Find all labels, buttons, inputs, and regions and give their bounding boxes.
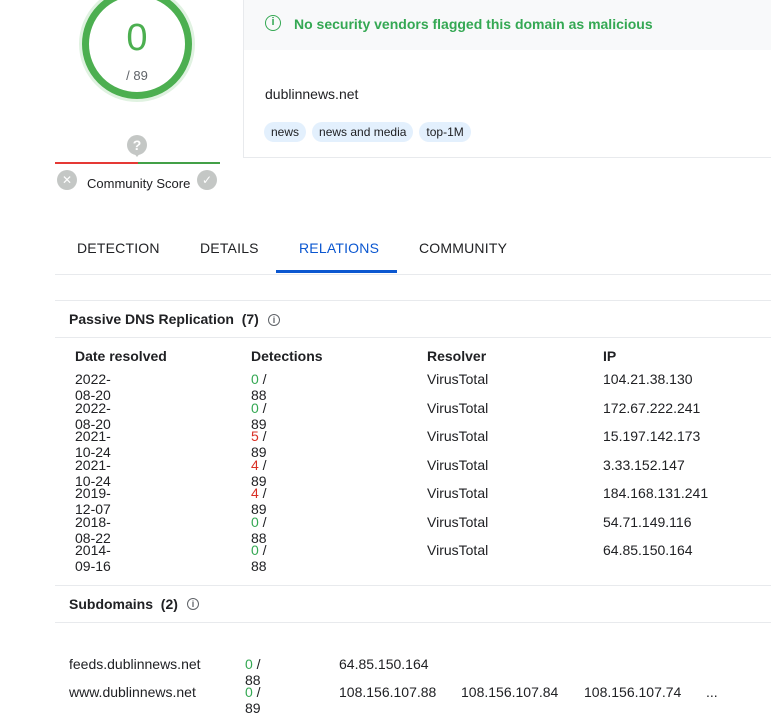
domain-name: dublinnews.net (265, 86, 359, 102)
resolver: VirusTotal (427, 485, 489, 501)
ip-link[interactable]: 108.156.107.88 (339, 684, 436, 700)
date-resolved: 2014-09-16 (75, 542, 111, 574)
resolver: VirusTotal (427, 428, 489, 444)
column-date-resolved: Date resolved (75, 348, 167, 364)
tab-community[interactable]: COMMUNITY (419, 240, 507, 256)
detections-ratio: 0 / 89 (245, 684, 261, 716)
detections-count: 0 (245, 684, 253, 700)
tab-detection[interactable]: DETECTION (77, 240, 160, 256)
detection-count: 0 (126, 17, 148, 59)
detections-count: 0 (251, 514, 259, 530)
subdomain-link[interactable]: feeds.dublinnews.net (69, 656, 201, 672)
detections-count: 0 (245, 656, 253, 672)
passive-dns-info-icon[interactable]: i (268, 314, 280, 326)
detections-count: 0 (251, 400, 259, 416)
detections-ratio: 0 / 88 (251, 542, 267, 574)
resolver: VirusTotal (427, 400, 489, 416)
detections-count: 5 (251, 428, 259, 444)
date-resolved: 2019-12-07 (75, 485, 111, 517)
tag-news-and-media[interactable]: news and media (312, 122, 414, 142)
resolver: VirusTotal (427, 514, 489, 530)
ip-link[interactable]: 64.85.150.164 (603, 542, 693, 558)
community-score-bar-positive (138, 162, 220, 164)
subdomains-info-icon[interactable]: i (187, 598, 199, 610)
vote-harmful-button[interactable]: ✕ (57, 170, 77, 190)
ip-link[interactable]: 172.67.222.241 (603, 400, 700, 416)
ip-link[interactable]: 104.21.38.130 (603, 371, 693, 387)
info-circle-icon: i (265, 15, 281, 31)
passive-dns-title: Passive DNS Replication (7) (69, 311, 259, 327)
date-resolved: 2021-10-24 (75, 428, 111, 460)
detections-count: 0 (251, 371, 259, 387)
report-tabs: DETECTION DETAILS RELATIONS COMMUNITY (55, 228, 771, 275)
detections-count: 0 (251, 542, 259, 558)
community-score-bar-negative (55, 162, 138, 164)
ip-link[interactable]: 184.168.131.241 (603, 485, 708, 501)
column-ip: IP (603, 348, 617, 364)
resolver: VirusTotal (427, 371, 489, 387)
ip-link[interactable]: 54.71.149.116 (603, 514, 692, 530)
tab-details[interactable]: DETAILS (200, 240, 259, 256)
detections-ratio: 5 / 89 (251, 428, 267, 460)
ip-link[interactable]: 108.156.107.84 (461, 684, 558, 700)
section-divider (55, 300, 771, 301)
detections-ratio: 4 / 89 (251, 485, 267, 517)
vote-harmless-button[interactable]: ✓ (197, 170, 217, 190)
detections-count: 4 (251, 485, 259, 501)
tab-relations[interactable]: RELATIONS (299, 240, 379, 256)
more-ips[interactable]: ... (706, 684, 718, 700)
verdict-banner: i No security vendors flagged this domai… (244, 0, 771, 50)
tag-list: news news and media top-1M (264, 122, 471, 142)
subdomain-link[interactable]: www.dublinnews.net (69, 684, 196, 700)
section-divider (55, 622, 771, 623)
detection-total: / 89 (126, 68, 148, 83)
detections-ratio: 0 / 88 (251, 371, 267, 403)
section-divider (55, 337, 771, 338)
tag-news[interactable]: news (264, 122, 307, 142)
ip-link[interactable]: 3.33.152.147 (603, 457, 685, 473)
resolver: VirusTotal (427, 457, 489, 473)
ip-link[interactable]: 108.156.107.74 (584, 684, 681, 700)
section-divider (55, 585, 771, 586)
active-tab-indicator (276, 270, 397, 273)
column-detections: Detections (251, 348, 323, 364)
verdict-message: No security vendors flagged this domain … (294, 16, 653, 32)
domain-summary-card: i No security vendors flagged this domai… (243, 0, 771, 158)
date-resolved: 2022-08-20 (75, 371, 111, 403)
ip-link[interactable]: 15.197.142.173 (603, 428, 700, 444)
community-score-label: Community Score (87, 176, 191, 191)
tag-top-1m[interactable]: top-1M (419, 122, 471, 142)
resolver: VirusTotal (427, 542, 489, 558)
ip-link[interactable]: 64.85.150.164 (339, 656, 429, 672)
community-question-icon: ? (127, 135, 147, 157)
column-resolver: Resolver (427, 348, 487, 364)
detection-score-gauge: 0 / 89 (82, 0, 192, 99)
subdomains-title: Subdomains (2) (69, 596, 178, 612)
detections-count: 4 (251, 457, 259, 473)
